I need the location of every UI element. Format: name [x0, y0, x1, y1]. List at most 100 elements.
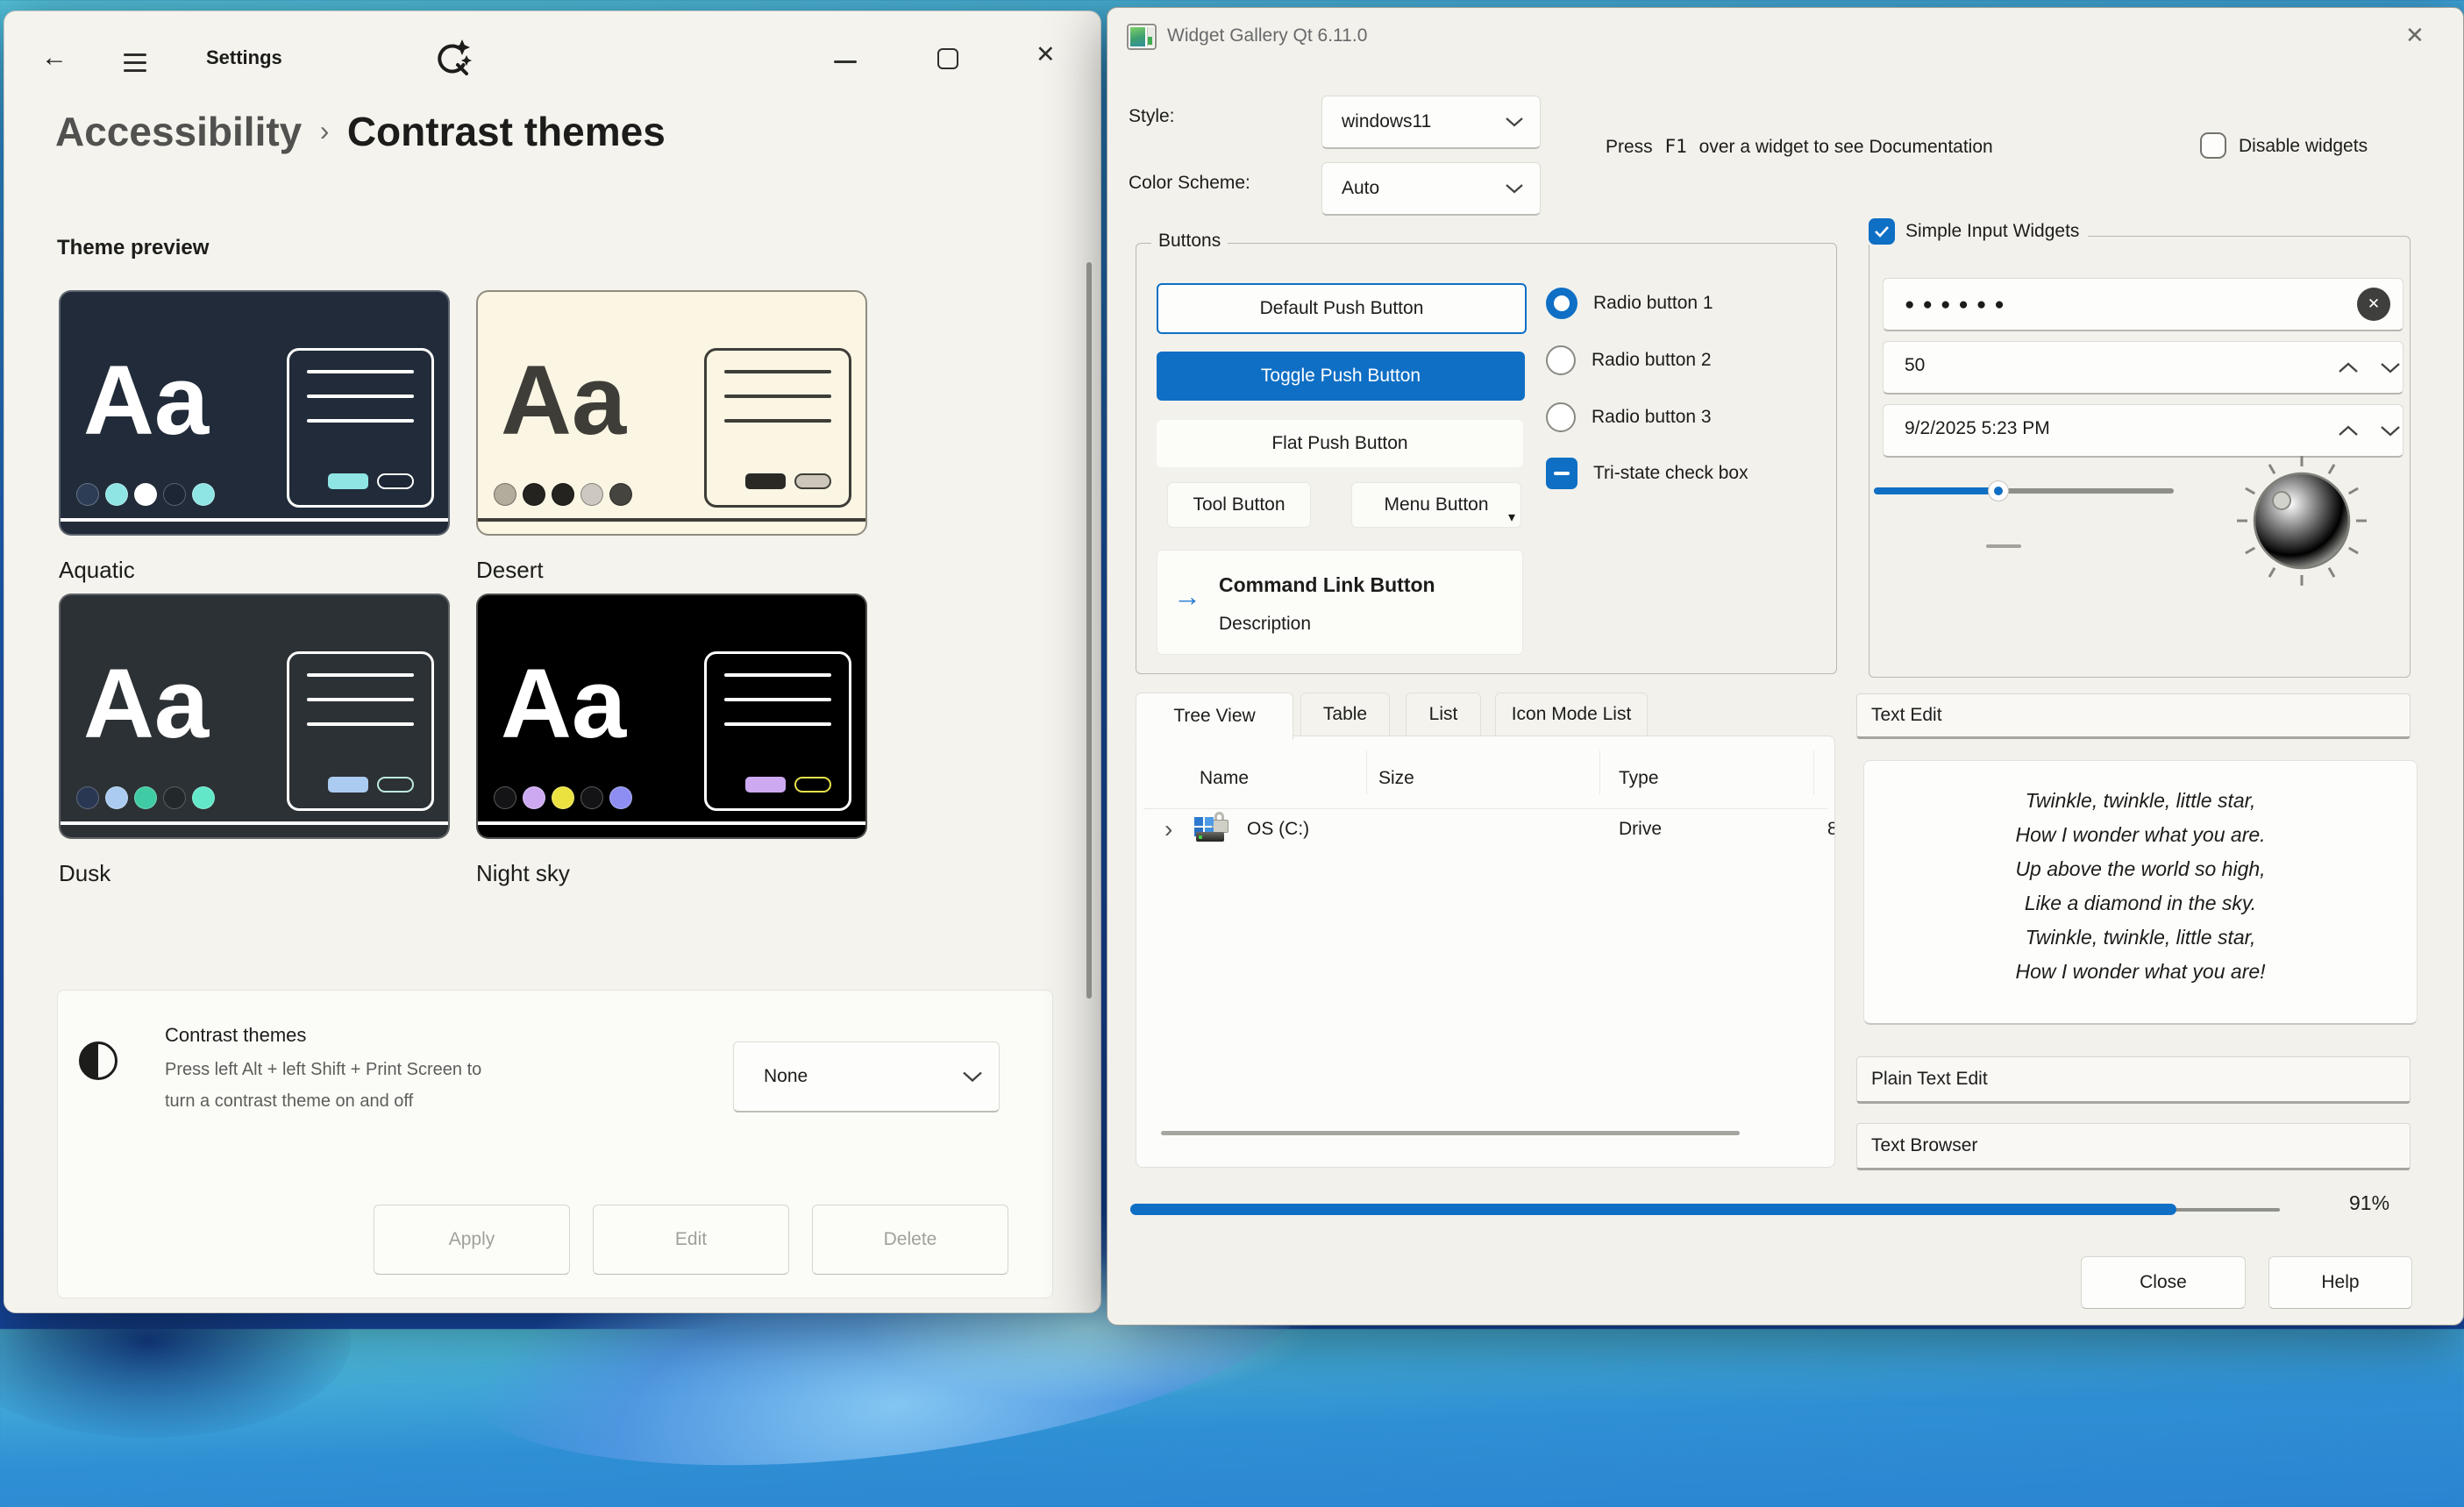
expand-chevron-icon[interactable]: ›: [1164, 817, 1172, 842]
checkbox-checked-icon[interactable]: [1869, 218, 1895, 245]
maximize-icon[interactable]: [937, 48, 958, 69]
text-edit-area[interactable]: Twinkle, twinkle, little star, How I won…: [1863, 760, 2418, 1025]
tristate-checkbox[interactable]: Tri-state check box: [1546, 457, 1748, 490]
tree-column-header-name[interactable]: Name: [1200, 768, 1249, 789]
tree-cell-type: Drive: [1619, 819, 1662, 840]
doc-hint: Press F1 over a widget to see Documentat…: [1606, 136, 1993, 158]
tab-icon-mode-list[interactable]: Icon Mode List: [1495, 693, 1648, 736]
theme-name: Desert: [476, 557, 544, 584]
theme-name: Night sky: [476, 860, 570, 887]
copilot-refresh-icon[interactable]: [431, 36, 474, 82]
command-link-title: Command Link Button: [1219, 573, 1435, 597]
drive-icon: [1194, 812, 1228, 843]
window-title: Settings: [206, 46, 282, 69]
settings-window: ← Settings ✕ Accessibility › Contrast th…: [4, 11, 1101, 1313]
apply-button[interactable]: Apply: [374, 1205, 570, 1275]
slider-handle[interactable]: [1988, 480, 2009, 501]
theme-mini-window: [287, 651, 434, 811]
flat-push-button[interactable]: Flat Push Button: [1157, 420, 1523, 467]
contrast-theme-dropdown[interactable]: None: [733, 1041, 1000, 1112]
spinbox-value: 50: [1905, 355, 1925, 376]
password-input[interactable]: ●●●●●● ✕: [1883, 278, 2403, 331]
close-button[interactable]: Close: [2081, 1256, 2246, 1309]
theme-sample-text: Aa: [83, 655, 209, 753]
buttons-groupbox-legend: Buttons: [1151, 231, 1228, 252]
toggle-push-button[interactable]: Toggle Push Button: [1157, 352, 1525, 401]
theme-mini-window: [704, 348, 851, 508]
datetime-value: 9/2/2025 5:23 PM: [1905, 418, 2050, 439]
spin-up-icon[interactable]: [2338, 425, 2359, 437]
radio-icon: [1546, 345, 1576, 375]
minimize-icon[interactable]: [834, 60, 857, 63]
theme-color-dots: [494, 786, 632, 809]
color-scheme-label: Color Scheme:: [1129, 173, 1250, 194]
datetime-edit[interactable]: 9/2/2025 5:23 PM: [1883, 404, 2403, 458]
radio-button-3[interactable]: Radio button 3: [1546, 401, 1712, 434]
theme-name: Dusk: [59, 860, 110, 887]
app-icon: [1127, 24, 1157, 50]
progress-fill: [1130, 1204, 2176, 1215]
tree-cell-name: OS (C:): [1247, 819, 1309, 840]
spin-down-icon[interactable]: [2380, 362, 2401, 373]
mini-scrollbar[interactable]: [1986, 544, 2021, 548]
tab-list[interactable]: List: [1406, 693, 1481, 736]
tree-view-pane: Name Size Type › OS (C:) Drive 8: [1136, 736, 1835, 1168]
tool-button[interactable]: Tool Button: [1167, 482, 1311, 528]
theme-card-dusk[interactable]: Aa: [59, 594, 450, 839]
spin-down-icon[interactable]: [2380, 425, 2401, 437]
theme-color-dots: [494, 483, 632, 506]
progress-label: 91%: [2349, 1191, 2389, 1215]
radio-selected-icon: [1546, 288, 1577, 319]
theme-name: Aquatic: [59, 557, 135, 584]
theme-card-desert[interactable]: Aa: [476, 290, 867, 536]
toolbox-plain-text-edit-header[interactable]: Plain Text Edit: [1856, 1056, 2411, 1104]
color-scheme-combobox[interactable]: Auto: [1321, 162, 1541, 216]
toolbox-text-edit-header[interactable]: Text Edit: [1856, 693, 2411, 739]
style-combobox[interactable]: windows11: [1321, 96, 1541, 149]
tree-cell-clipped: 8: [1827, 819, 1835, 840]
style-label: Style:: [1129, 106, 1175, 127]
menu-button[interactable]: Menu Button ▾: [1351, 482, 1521, 528]
chevron-down-icon: [1505, 117, 1524, 127]
back-icon[interactable]: ←: [41, 45, 68, 71]
contrast-card-description: Press left Alt + left Shift + Print Scre…: [165, 1054, 481, 1117]
clear-icon[interactable]: ✕: [2357, 288, 2390, 321]
breadcrumb-parent[interactable]: Accessibility: [55, 109, 302, 154]
column-separator: [1813, 750, 1814, 794]
vertical-scrollbar[interactable]: [1086, 262, 1092, 999]
radio-button-1[interactable]: Radio button 1: [1546, 287, 1713, 320]
qt-close-icon[interactable]: ✕: [2405, 24, 2425, 46]
edit-button[interactable]: Edit: [593, 1205, 789, 1275]
disable-widgets-checkbox[interactable]: [2200, 132, 2226, 159]
hamburger-icon[interactable]: [124, 53, 146, 72]
tab-table[interactable]: Table: [1300, 693, 1390, 736]
close-icon[interactable]: ✕: [1036, 43, 1056, 67]
header-divider: [1143, 808, 1827, 809]
tree-column-header-size[interactable]: Size: [1378, 768, 1414, 789]
command-arrow-icon: →: [1173, 582, 1201, 610]
help-button[interactable]: Help: [2268, 1256, 2412, 1309]
command-link-description: Description: [1219, 614, 1311, 635]
theme-card-aquatic[interactable]: Aa: [59, 290, 450, 536]
spin-up-icon[interactable]: [2338, 362, 2359, 373]
widget-gallery-window: Widget Gallery Qt 6.11.0 ✕ Style: window…: [1107, 7, 2464, 1326]
radio-button-2[interactable]: Radio button 2: [1546, 344, 1712, 377]
tab-tree-view[interactable]: Tree View: [1136, 693, 1293, 740]
dial[interactable]: [2233, 452, 2370, 589]
theme-sample-text: Aa: [83, 352, 209, 450]
toolbox-text-browser-header[interactable]: Text Browser: [1856, 1123, 2411, 1170]
chevron-right-icon: ›: [320, 115, 330, 146]
theme-mini-window: [704, 651, 851, 811]
spinbox[interactable]: 50: [1883, 341, 2403, 395]
command-link-button[interactable]: → Command Link Button Description: [1157, 550, 1523, 655]
contrast-icon: [79, 1041, 118, 1080]
theme-card-night-sky[interactable]: Aa: [476, 594, 867, 839]
theme-sample-text: Aa: [501, 352, 626, 450]
slider-fill: [1874, 487, 1991, 494]
disable-widgets-label: Disable widgets: [2239, 136, 2368, 157]
delete-button[interactable]: Delete: [812, 1205, 1008, 1275]
tree-column-header-type[interactable]: Type: [1619, 768, 1659, 789]
horizontal-scrollbar[interactable]: [1161, 1131, 1740, 1135]
theme-taskbar-strip: [61, 518, 448, 522]
default-push-button[interactable]: Default Push Button: [1157, 283, 1527, 334]
